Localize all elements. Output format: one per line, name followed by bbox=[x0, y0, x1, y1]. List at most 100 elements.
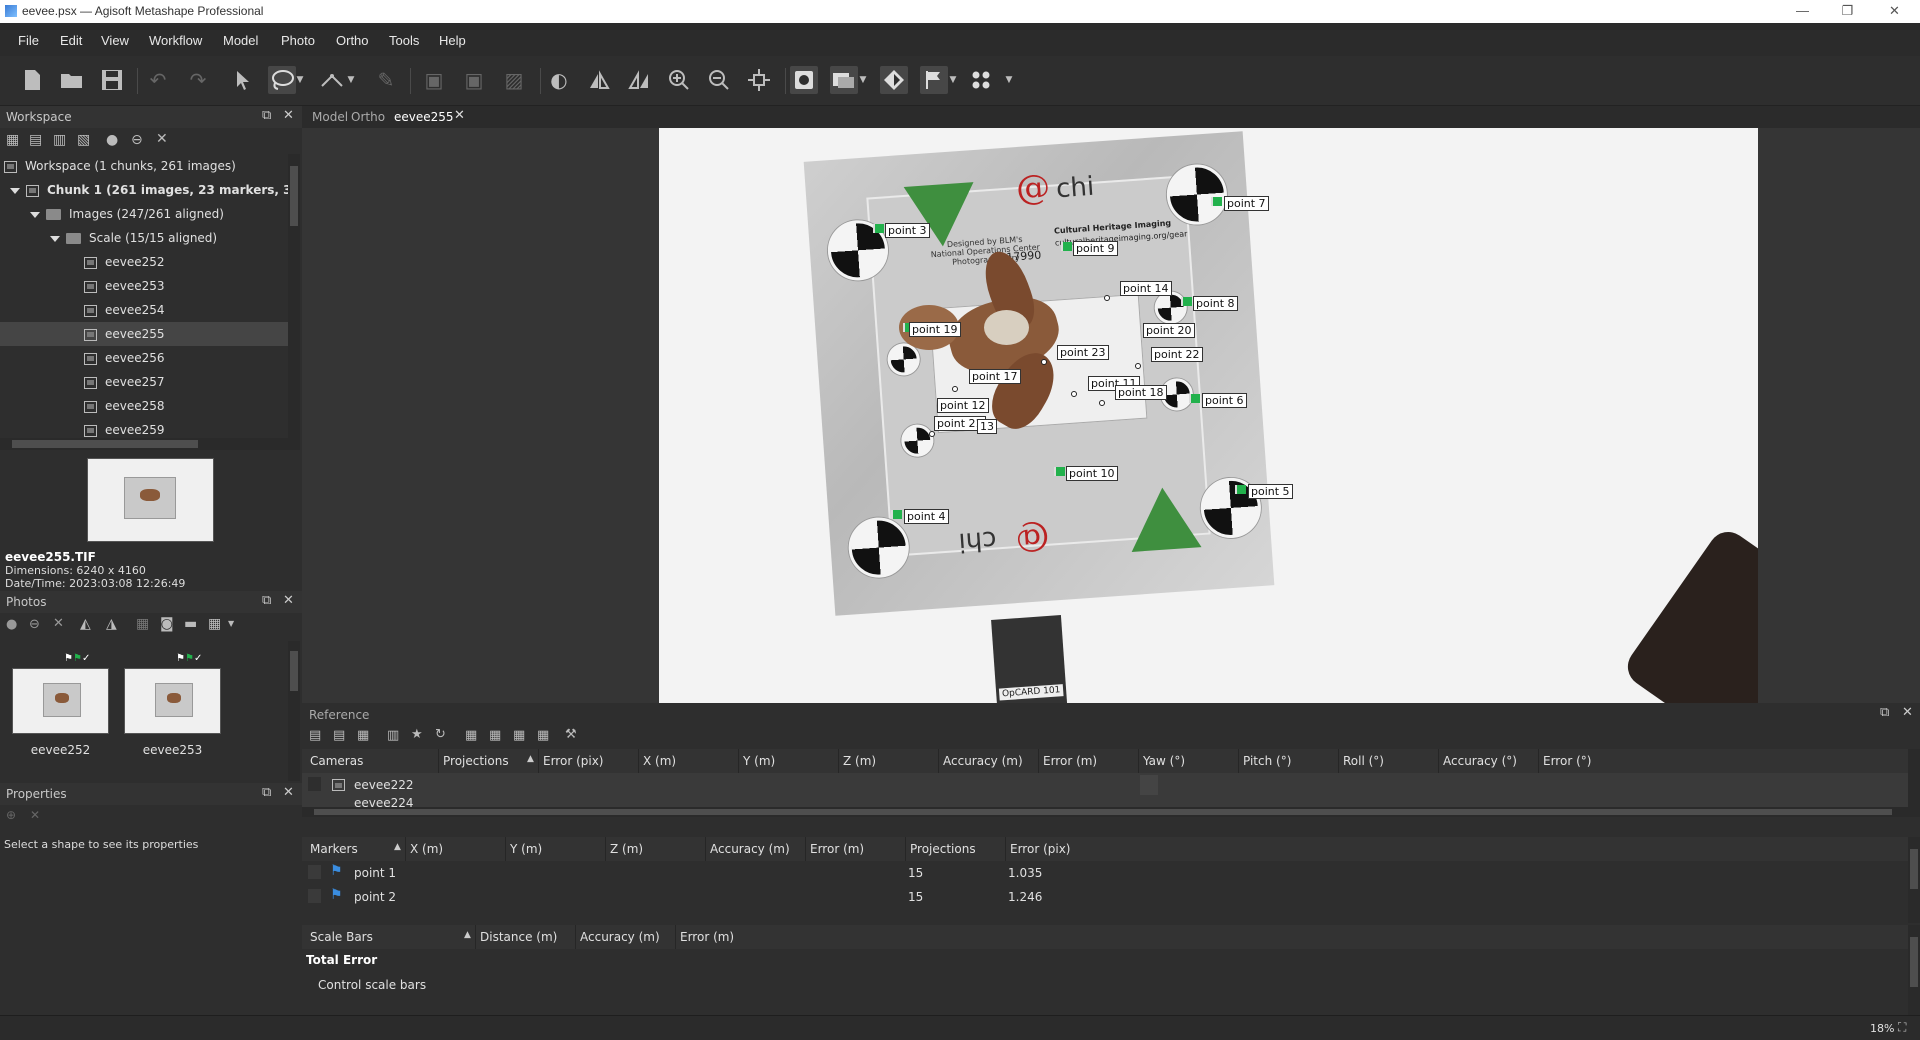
scrollbar-thumb[interactable] bbox=[12, 440, 198, 448]
rotate-left-icon[interactable]: ◭ bbox=[80, 616, 91, 632]
float-panel-icon[interactable]: ⧉ bbox=[262, 785, 271, 800]
fit-view-icon[interactable]: ⛶ bbox=[1898, 1020, 1906, 1035]
scrollbar-thumb[interactable] bbox=[290, 651, 298, 691]
column-header[interactable]: Error (m) bbox=[680, 930, 734, 944]
show-mask-overlay-icon[interactable] bbox=[880, 66, 908, 94]
disable-icon[interactable]: ⊖ bbox=[29, 617, 40, 632]
minimize-button[interactable]: — bbox=[1780, 0, 1825, 23]
rotate-right-icon[interactable]: ◮ bbox=[106, 616, 117, 632]
scalebars-vertical-scrollbar[interactable] bbox=[1908, 925, 1920, 1015]
expand-chevron-icon[interactable] bbox=[30, 211, 40, 218]
marker-point-17[interactable]: point 17 bbox=[969, 369, 1021, 384]
column-divider[interactable] bbox=[538, 749, 539, 773]
points-dropdown-chevron-icon[interactable]: ▼ bbox=[1002, 66, 1016, 94]
menu-workflow[interactable]: Workflow bbox=[149, 33, 202, 48]
expand-chevron-icon[interactable] bbox=[50, 235, 60, 242]
column-divider[interactable] bbox=[1438, 749, 1439, 773]
column-header[interactable]: Scale Bars bbox=[310, 930, 373, 944]
column-divider[interactable] bbox=[938, 749, 939, 773]
column-divider[interactable] bbox=[605, 837, 606, 861]
table-row[interactable]: ⚑ point 2 15 1.246 bbox=[302, 885, 1908, 909]
tree-item-workspace[interactable]: Workspace (1 chunks, 261 images) bbox=[0, 154, 288, 178]
column-divider[interactable] bbox=[438, 749, 439, 773]
lasso-dropdown-chevron-icon[interactable]: ▼ bbox=[293, 66, 307, 94]
menu-photo[interactable]: Photo bbox=[281, 33, 315, 48]
marker-point-14[interactable]: point 14 bbox=[1120, 281, 1172, 296]
marker-point-3[interactable]: point 3 bbox=[885, 223, 930, 238]
menu-model[interactable]: Model bbox=[223, 33, 258, 48]
column-divider[interactable] bbox=[838, 749, 839, 773]
column-header[interactable]: X (m) bbox=[410, 842, 443, 856]
menu-help[interactable]: Help bbox=[439, 33, 466, 48]
tree-item-image[interactable]: eevee257 bbox=[0, 370, 288, 394]
sort-ascending-icon[interactable]: ▲ bbox=[464, 930, 471, 940]
column-divider[interactable] bbox=[475, 925, 476, 949]
star-icon[interactable]: ★ bbox=[411, 727, 423, 742]
column-header[interactable]: Error (pix) bbox=[543, 754, 603, 768]
column-divider[interactable] bbox=[1538, 749, 1539, 773]
redo-icon[interactable]: ↷ bbox=[184, 66, 212, 94]
close-panel-icon[interactable]: ✕ bbox=[283, 785, 294, 800]
disable-cameras-icon[interactable]: ⊖ bbox=[131, 132, 143, 148]
close-tab-icon[interactable]: ✕ bbox=[454, 108, 465, 123]
tree-vertical-scrollbar[interactable] bbox=[288, 154, 300, 450]
tree-item-folder[interactable]: Scale (15/15 aligned) bbox=[0, 226, 288, 250]
row-checkbox[interactable] bbox=[308, 865, 321, 879]
table-row[interactable]: ⚑ point 1 15 1.035 bbox=[302, 861, 1908, 885]
cameras-vertical-scrollbar[interactable] bbox=[1908, 749, 1920, 817]
tree-item-image[interactable]: eevee256 bbox=[0, 346, 288, 370]
marker-point-6[interactable]: point 6 bbox=[1202, 393, 1247, 408]
marker-point-20[interactable]: point 20 bbox=[1143, 323, 1195, 338]
tree-item-image[interactable]: eevee258 bbox=[0, 394, 288, 418]
view-source-icon[interactable]: ▦ bbox=[465, 728, 477, 743]
pencil-icon[interactable]: ✎ bbox=[372, 66, 400, 94]
sort-ascending-icon[interactable]: ▲ bbox=[527, 754, 534, 764]
tree-item-image[interactable]: eevee252 bbox=[0, 250, 288, 274]
view-errors-icon[interactable]: ▦ bbox=[513, 728, 525, 743]
photo-thumb-eevee252[interactable]: ⚑⚑✓ eevee252 bbox=[12, 651, 112, 761]
tree-item-image[interactable]: eevee255 bbox=[0, 322, 288, 346]
menu-file[interactable]: File bbox=[18, 33, 39, 48]
rotate-right-icon[interactable] bbox=[625, 66, 653, 94]
row-checkbox[interactable] bbox=[308, 889, 321, 903]
tree-item-image[interactable]: eevee253 bbox=[0, 274, 288, 298]
marker-point-7[interactable]: point 7 bbox=[1224, 196, 1269, 211]
close-window-button[interactable]: ✕ bbox=[1872, 0, 1917, 23]
select-arrow-icon[interactable] bbox=[229, 66, 257, 94]
table-row[interactable]: eevee224 bbox=[302, 797, 1908, 807]
marker-point-8[interactable]: point 8 bbox=[1193, 296, 1238, 311]
column-divider[interactable] bbox=[738, 749, 739, 773]
scrollbar-thumb[interactable] bbox=[1910, 849, 1918, 889]
view-variance-icon[interactable]: ▦ bbox=[537, 728, 549, 743]
sort-ascending-icon[interactable]: ▲ bbox=[394, 842, 401, 852]
subtract-selection-icon[interactable]: ▣ bbox=[460, 66, 488, 94]
column-divider[interactable] bbox=[505, 837, 506, 861]
column-header[interactable]: Projections bbox=[443, 754, 509, 768]
ruler-dropdown-chevron-icon[interactable]: ▼ bbox=[344, 66, 358, 94]
update-icon[interactable]: ↻ bbox=[435, 727, 446, 742]
ruler-icon[interactable] bbox=[318, 66, 346, 94]
add-photos-icon[interactable]: ▤ bbox=[29, 132, 42, 148]
add-folder-icon[interactable]: ▥ bbox=[53, 132, 66, 148]
column-header[interactable]: Accuracy (°) bbox=[1443, 754, 1517, 768]
remove-icon[interactable]: ✕ bbox=[156, 131, 168, 147]
mask-icon[interactable]: ◙ bbox=[160, 616, 174, 632]
marker-point-22[interactable]: point 22 bbox=[1151, 347, 1203, 362]
expand-chevron-icon[interactable] bbox=[10, 187, 20, 194]
zoom-out-icon[interactable] bbox=[705, 66, 733, 94]
import-icon[interactable]: ▤ bbox=[309, 728, 321, 743]
marker-point-23[interactable]: point 23 bbox=[1057, 345, 1109, 360]
shapes-dropdown-chevron-icon[interactable]: ▼ bbox=[856, 66, 870, 94]
export-icon[interactable]: ▤ bbox=[333, 728, 345, 743]
rotate-left-icon[interactable] bbox=[585, 66, 613, 94]
delete-icon[interactable]: ▥ bbox=[387, 728, 399, 743]
marker-point-19[interactable]: point 19 bbox=[909, 322, 961, 337]
column-divider[interactable] bbox=[405, 837, 406, 861]
column-divider[interactable] bbox=[675, 925, 676, 949]
marker-point-4[interactable]: point 4 bbox=[904, 509, 949, 524]
photo-thumb-eevee253[interactable]: ⚑⚑✓ eevee253 bbox=[124, 651, 224, 761]
remove-property-icon[interactable]: ✕ bbox=[30, 808, 40, 822]
contrast-icon[interactable]: ◐ bbox=[545, 66, 573, 94]
column-header[interactable]: Error (pix) bbox=[1010, 842, 1070, 856]
menu-ortho[interactable]: Ortho bbox=[336, 33, 369, 48]
